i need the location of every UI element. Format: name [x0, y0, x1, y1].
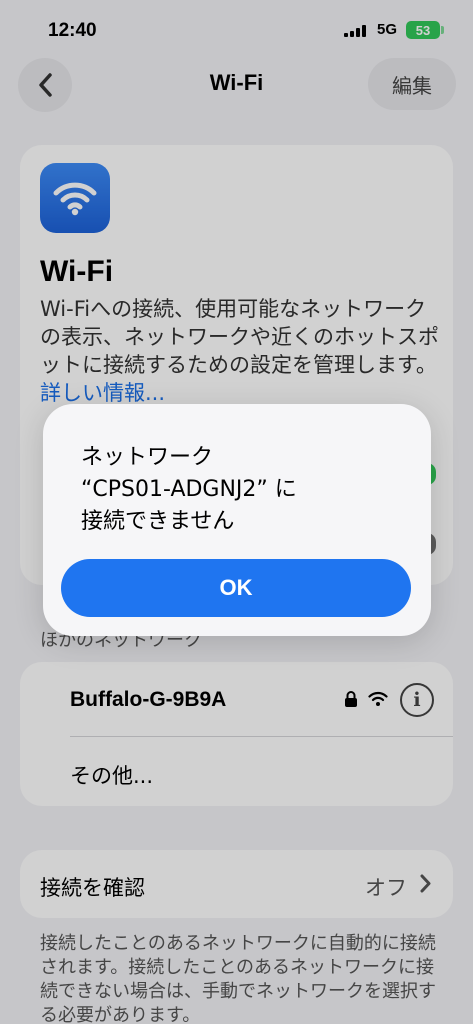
alert-dialog: ネットワーク “CPS01-ADGNJ2” に 接続できません OK — [43, 404, 431, 636]
alert-message: ネットワーク “CPS01-ADGNJ2” に 接続できません — [81, 445, 297, 534]
ok-button[interactable]: OK — [61, 559, 411, 617]
